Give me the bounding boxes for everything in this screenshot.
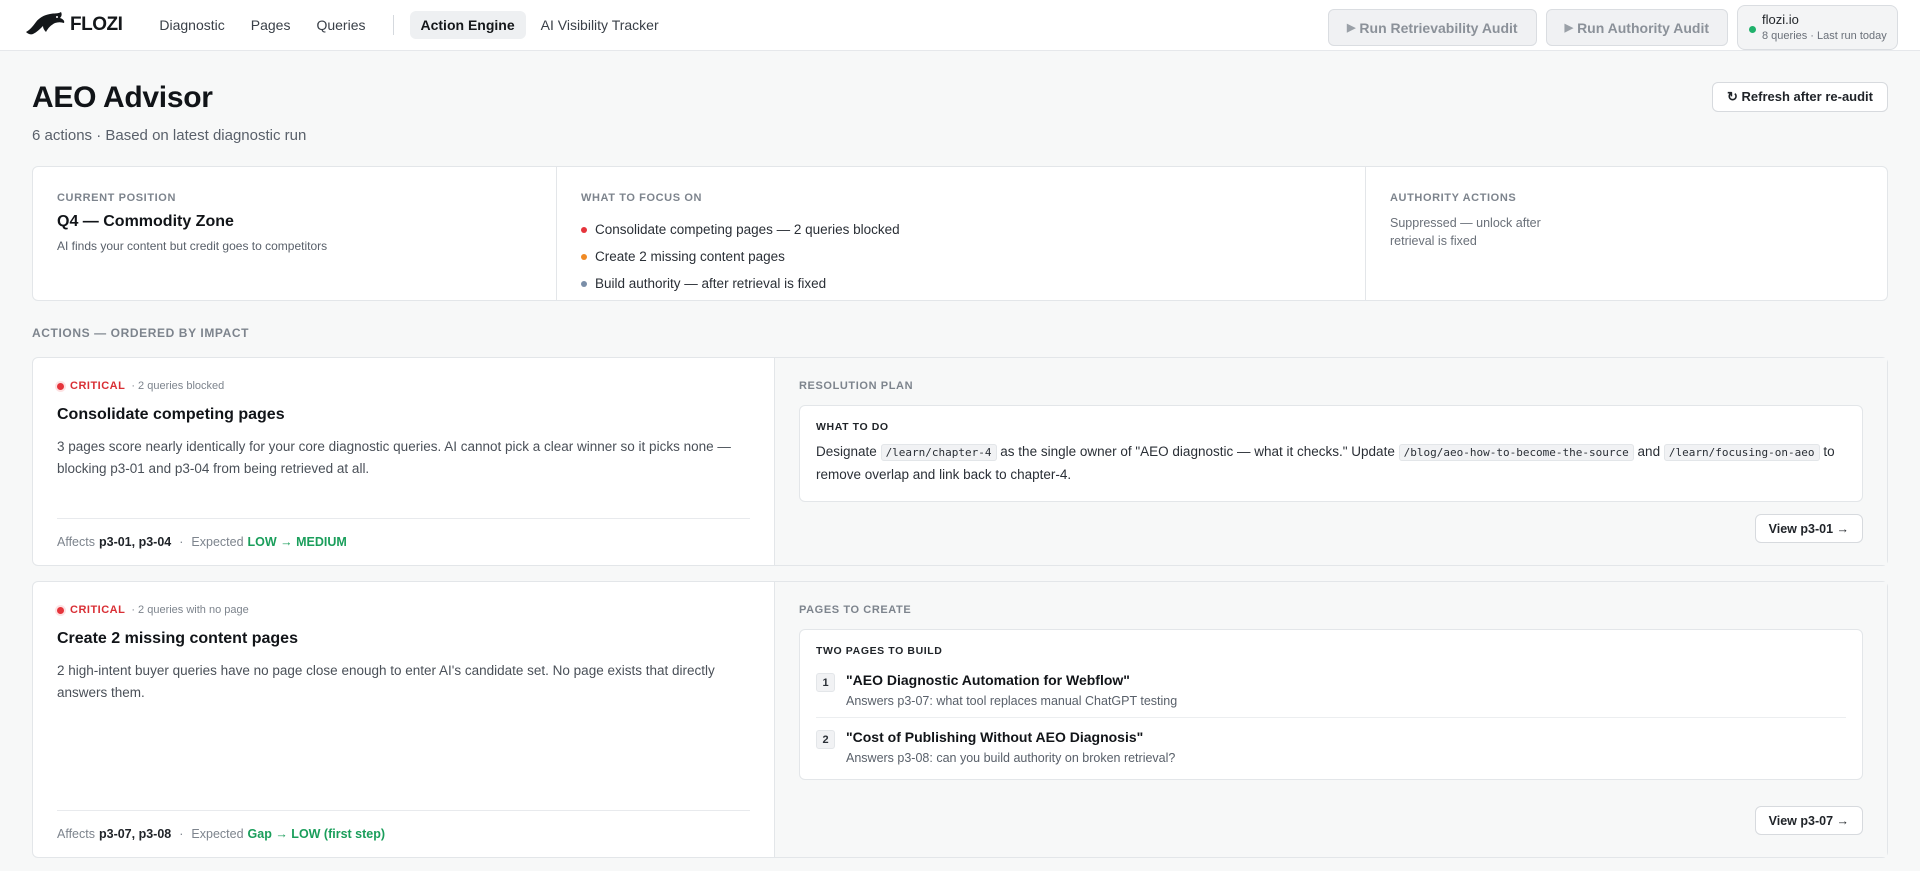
page-path: /learn/chapter-4 [880,444,997,461]
page-path: /blog/aeo-how-to-become-the-source [1398,444,1634,461]
expected-label: Expected [191,827,244,841]
nav-queries[interactable]: Queries [305,11,376,39]
pages-to-build-heading: TWO PAGES TO BUILD [816,645,943,657]
action-title: Create 2 missing content pages [57,630,298,647]
affected-pages: p3-07, p3-08 [98,827,172,841]
item-number: 1 [816,673,835,692]
page-to-build-item[interactable]: 1 "AEO Diagnostic Automation for Webflow… [816,662,1846,717]
resolution-plan-label: RESOLUTION PLAN [799,380,914,392]
focus-label: WHAT TO FOCUS ON [581,192,703,204]
current-position-title: Q4 — Commodity Zone [57,213,234,230]
plan-text: as the single owner of "AEO diagnostic —… [1000,444,1395,459]
panther-logo-icon [24,10,66,41]
severity-row: CRITICAL · 2 queries with no page [57,604,750,616]
action-description: 2 high-intent buyer queries have no page… [57,663,715,700]
action-footer: Affects p3-07, p3-08 · Expected Gap → LO… [57,810,750,857]
play-icon: ▶ [1564,22,1574,34]
current-position-label: CURRENT POSITION [57,192,176,204]
focus-item: Consolidate competing pages — 2 queries … [581,216,1341,243]
priority-dot-icon [581,226,587,233]
action-summary: CRITICAL · 2 queries blocked Consolidate… [33,358,775,565]
plan-text: Designate [816,444,877,459]
current-position-desc: AI finds your content but credit goes to… [57,239,328,253]
nav-diagnostic[interactable]: Diagnostic [148,11,235,39]
severity-note: · 2 queries blocked [131,380,225,392]
what-to-do-text: Designate /learn/chapter-4 as the single… [816,441,1846,486]
focus-item: Build authority — after retrieval is fix… [581,270,1341,297]
footer-separator: · [179,535,184,549]
severity-badge: CRITICAL [70,380,126,392]
pages-to-create-label: PAGES TO CREATE [799,604,912,616]
nav-pages[interactable]: Pages [240,11,302,39]
brand-name: FLOZI [70,14,123,35]
critical-dot-icon [57,382,64,390]
what-to-do-heading: WHAT TO DO [816,421,889,433]
severity-note: · 2 queries with no page [131,604,249,616]
top-actions: ▶ Run Retrievability Audit ▶ Run Authori… [1327,5,1898,50]
plan-text: and [1637,444,1661,459]
affects-label: Affects [57,827,95,841]
focus-item: Create 2 missing content pages [581,243,1341,270]
focus-list: Consolidate competing pages — 2 queries … [581,216,1341,297]
page-to-build-item[interactable]: 2 "Cost of Publishing Without AEO Diagno… [816,717,1846,774]
site-meta: 8 queries · Last run today [1762,30,1887,42]
severity-row: CRITICAL · 2 queries blocked [57,380,750,392]
action-card: CRITICAL · 2 queries with no page Create… [32,581,1888,858]
site-selector[interactable]: flozi.io 8 queries · Last run today [1737,5,1898,50]
pages-to-create-panel: PAGES TO CREATE TWO PAGES TO BUILD 1 "AE… [775,582,1887,857]
refresh-button[interactable]: ↻ Refresh after re-audit [1712,82,1888,112]
priority-dot-icon [581,253,587,260]
page-to-build-title: "AEO Diagnostic Automation for Webflow" [846,672,1130,688]
run-authority-audit-label: Run Authority Audit [1577,19,1709,36]
critical-dot-icon [57,606,64,614]
actions-section-label: ACTIONS — ORDERED BY IMPACT [32,326,250,340]
status-dot-icon [1749,26,1756,33]
focus-item-text: Create 2 missing content pages [595,249,785,264]
nav-ai-visibility-tracker[interactable]: AI Visibility Tracker [530,11,670,39]
priority-dot-icon [581,280,587,287]
action-summary: CRITICAL · 2 queries with no page Create… [33,582,775,857]
site-name: flozi.io [1762,12,1799,27]
primary-nav: Diagnostic Pages Queries Action Engine A… [148,11,669,39]
nav-divider [392,15,394,35]
expected-outcome: Gap → LOW (first step) [247,827,386,841]
affects-label: Affects [57,535,95,549]
view-page-button[interactable]: View p3-01 → [1754,514,1863,543]
affected-pages: p3-01, p3-04 [98,535,172,549]
page-path: /learn/focusing-on-aeo [1663,444,1820,461]
page-title: AEO Advisor [32,81,213,114]
play-icon: ▶ [1346,22,1356,34]
run-retrievability-audit-button[interactable]: ▶ Run Retrievability Audit [1327,9,1537,46]
what-to-do-box: WHAT TO DO Designate /learn/chapter-4 as… [799,405,1863,502]
summary-card: CURRENT POSITION Q4 — Commodity Zone AI … [32,166,1888,301]
severity-badge: CRITICAL [70,604,126,616]
page-to-build-sub: Answers p3-07: what tool replaces manual… [846,694,1178,708]
run-retrievability-audit-label: Run Retrievability Audit [1359,19,1518,36]
authority-actions: AUTHORITY ACTIONS Suppressed — unlock af… [1365,167,1887,300]
focus-item-text: Build authority — after retrieval is fix… [595,276,827,291]
resolution-plan-panel: RESOLUTION PLAN WHAT TO DO Designate /le… [775,358,1887,565]
page-subtitle: 6 actions · Based on latest diagnostic r… [32,127,307,144]
footer-separator: · [179,827,184,841]
pages-to-build-box: TWO PAGES TO BUILD 1 "AEO Diagnostic Aut… [799,629,1863,780]
authority-actions-text: Suppressed — unlock after retrieval is f… [1390,216,1541,248]
run-authority-audit-button[interactable]: ▶ Run Authority Audit [1545,9,1728,46]
action-title: Consolidate competing pages [57,406,285,423]
view-page-button[interactable]: View p3-07 → [1754,806,1863,835]
focus-panel: WHAT TO FOCUS ON Consolidate competing p… [556,167,1365,300]
action-description: 3 pages score nearly identically for you… [57,439,731,476]
action-card: CRITICAL · 2 queries blocked Consolidate… [32,357,1888,566]
brand-logo[interactable]: FLOZI [24,10,123,41]
top-nav: FLOZI Diagnostic Pages Queries Action En… [0,0,1920,51]
expected-outcome: LOW → MEDIUM [247,535,347,549]
item-number: 2 [816,730,835,749]
focus-item-text: Consolidate competing pages — 2 queries … [595,222,900,237]
page-to-build-sub: Answers p3-08: can you build authority o… [846,751,1176,765]
expected-label: Expected [191,535,244,549]
current-position: CURRENT POSITION Q4 — Commodity Zone AI … [33,167,556,300]
action-footer: Affects p3-01, p3-04 · Expected LOW → ME… [57,518,750,565]
page-to-build-title: "Cost of Publishing Without AEO Diagnosi… [846,729,1144,745]
nav-action-engine[interactable]: Action Engine [409,11,526,39]
authority-actions-label: AUTHORITY ACTIONS [1390,192,1517,204]
